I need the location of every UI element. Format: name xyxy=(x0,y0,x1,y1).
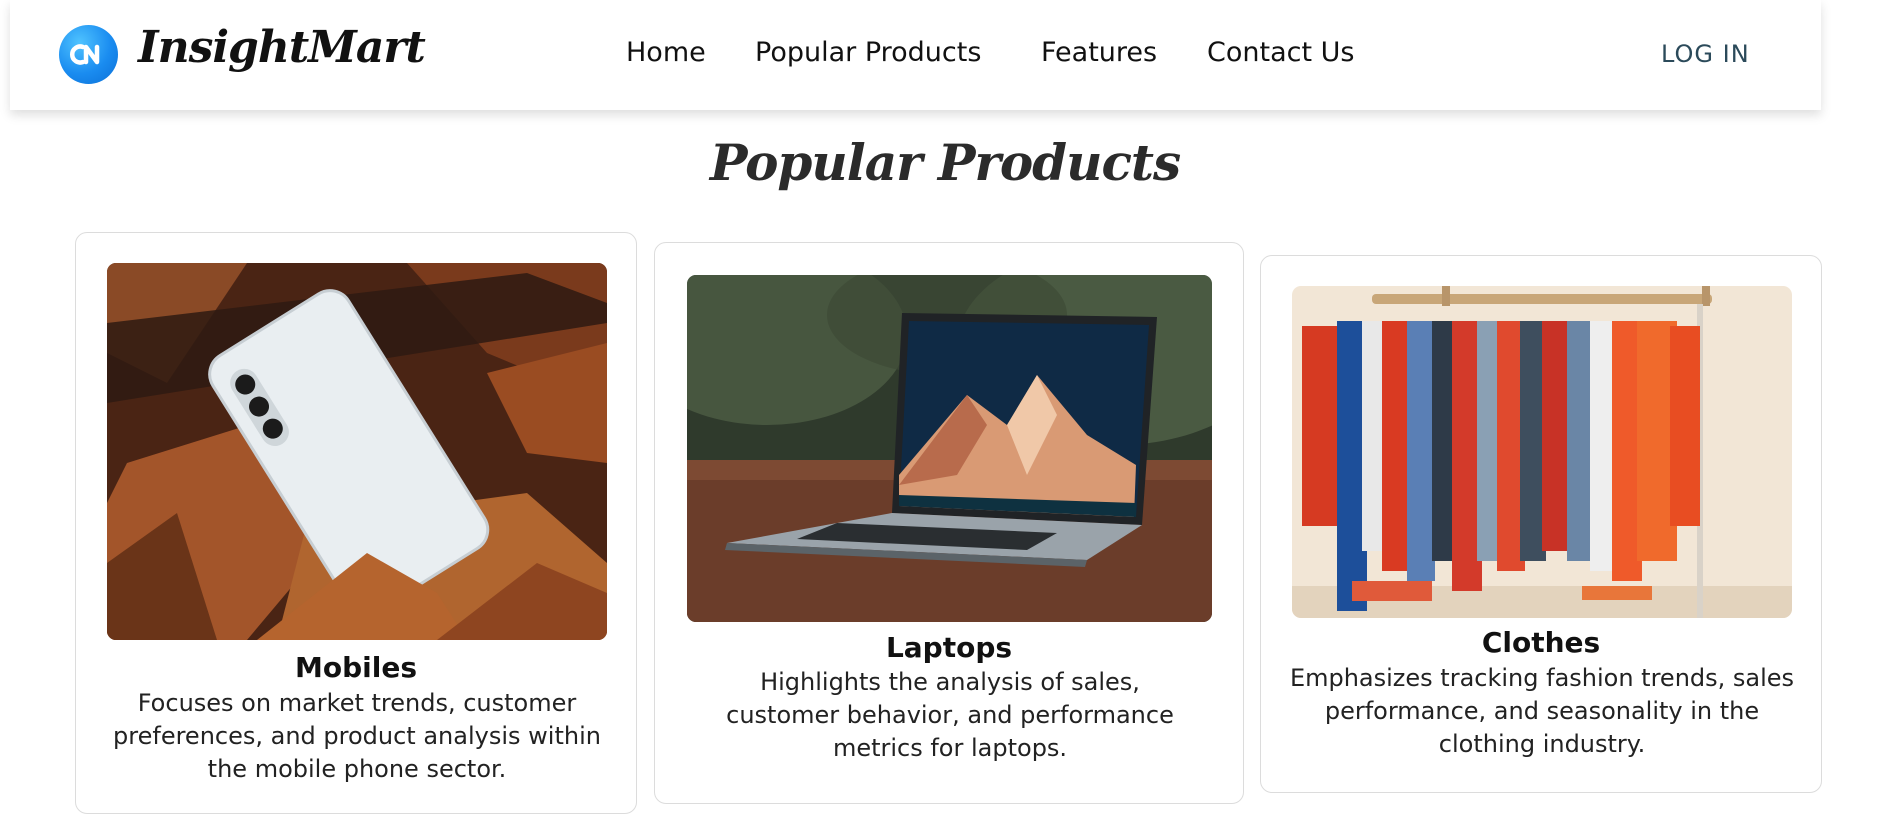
product-title-laptops: Laptops xyxy=(885,631,1013,664)
product-description-laptops: Highlights the analysis of sales, custom… xyxy=(726,668,1174,762)
nav-link-popular-products[interactable]: Popular Products xyxy=(755,37,981,68)
nav-link-features[interactable]: Features xyxy=(1041,37,1157,68)
nav-link-home[interactable]: Home xyxy=(626,37,706,68)
product-description-clothes: Emphasizes tracking fashion trends, sale… xyxy=(1289,664,1795,758)
login-button[interactable]: LOG IN xyxy=(1661,40,1750,68)
nav-links: Home Popular Products Features Contact U… xyxy=(10,37,1821,73)
product-card-mobiles[interactable]: Mobiles Focuses on market trends, custom… xyxy=(75,232,637,814)
product-description-mobiles: Focuses on market trends, customer prefe… xyxy=(113,689,601,783)
product-title-clothes: Clothes xyxy=(1481,626,1601,659)
product-title-mobiles: Mobiles xyxy=(295,651,417,684)
product-card-laptops[interactable]: Laptops Highlights the analysis of sales… xyxy=(654,242,1244,804)
product-image-clothes xyxy=(1292,286,1792,618)
product-image-mobiles xyxy=(107,263,607,640)
navbar: InsightMart Home Popular Products Featur… xyxy=(10,0,1821,110)
product-card-clothes[interactable]: Clothes Emphasizes tracking fashion tren… xyxy=(1260,255,1822,793)
nav-link-contact-us[interactable]: Contact Us xyxy=(1207,37,1354,68)
section-title: Popular Products xyxy=(709,133,1181,192)
product-image-laptops xyxy=(687,275,1212,622)
